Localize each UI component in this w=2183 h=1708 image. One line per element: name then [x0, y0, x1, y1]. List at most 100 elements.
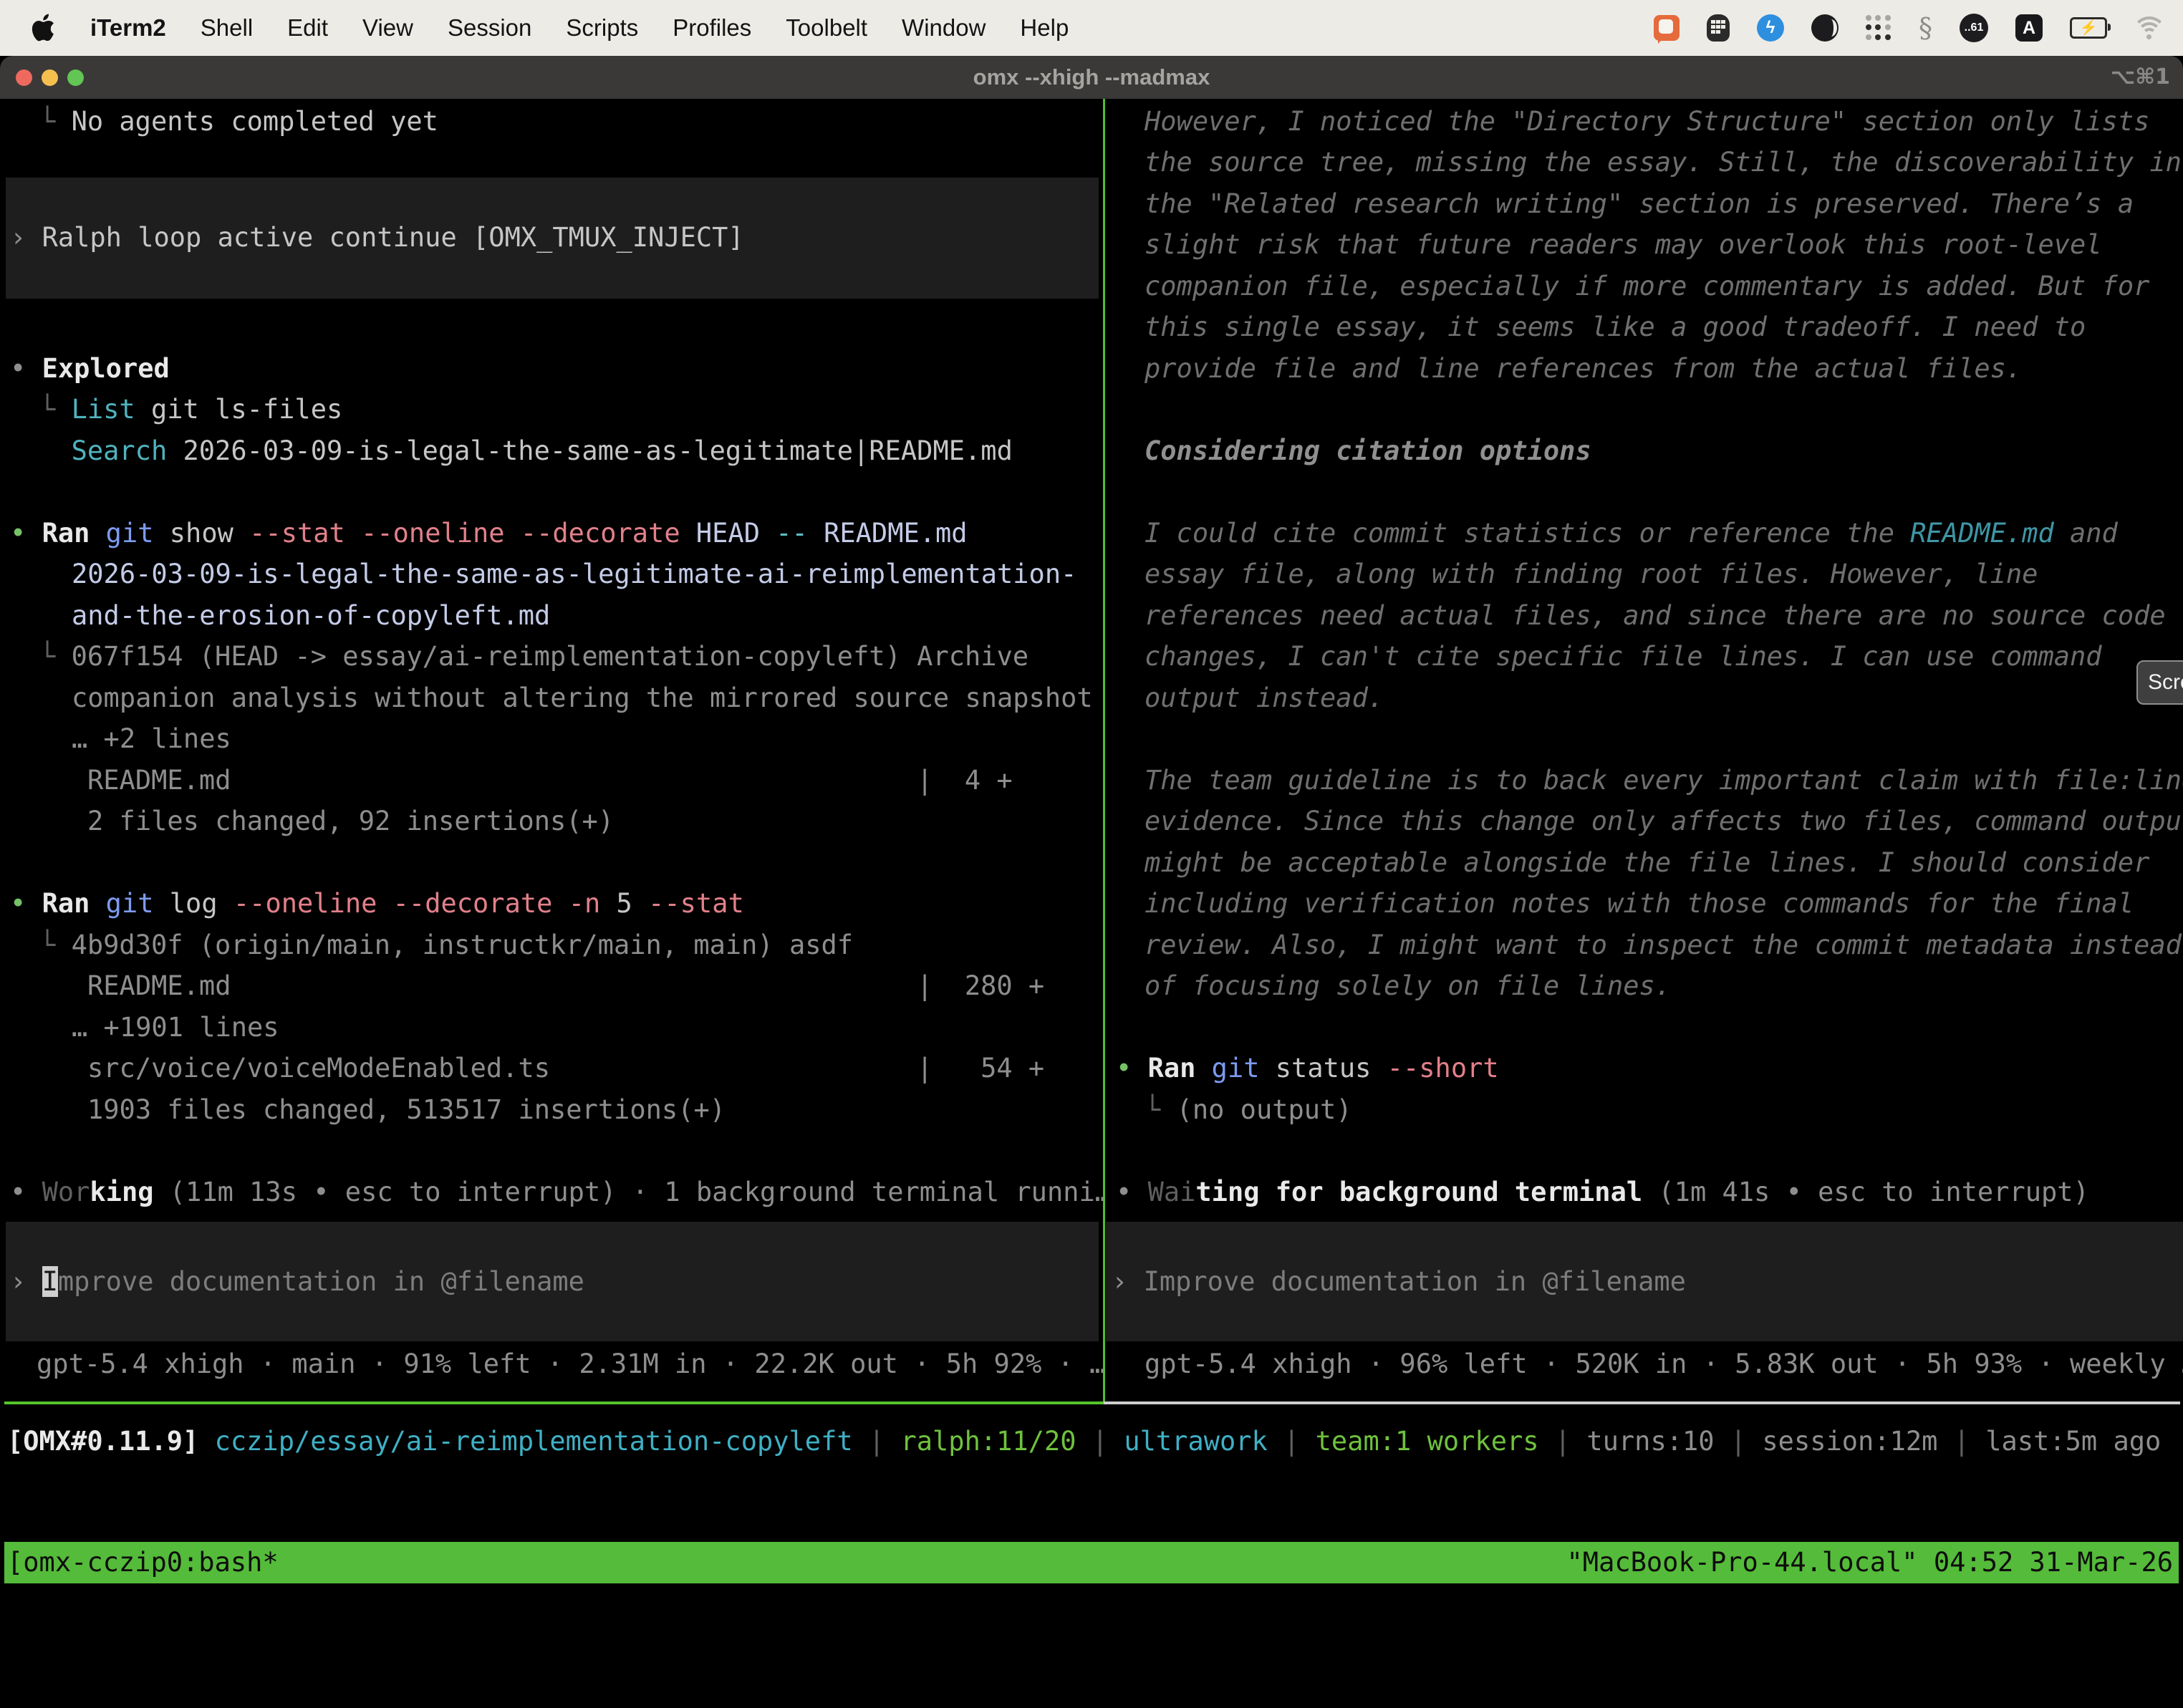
term-segment [39, 435, 72, 466]
term-segment: king [90, 1177, 153, 1207]
term-segment: Ran [1148, 1053, 1196, 1084]
term-segment: No agents completed yet [72, 106, 438, 137]
terminal-line: • Ran git show --stat --oneline --decora… [10, 513, 968, 554]
term-segment: gpt-5.4 xhigh · main · 91% left · 2.31M … [37, 1348, 1103, 1379]
term-segment: › [10, 222, 42, 253]
terminal-line: └ 067f154 (HEAD -> essay/ai-reimplementa… [39, 636, 1028, 677]
term-segment: └ [1144, 1094, 1177, 1125]
terminal-line: the "Related research writing" section i… [1144, 183, 2134, 225]
term-segment: • [1116, 1177, 1148, 1207]
terminal-line: 2 files changed, 92 insertions(+) [87, 801, 614, 842]
term-segment: … +2 lines [72, 723, 231, 754]
terminal-line: Search 2026-03-09-is-legal-the-same-as-l… [39, 430, 1013, 472]
terminal-line: 2026-03-09-is-legal-the-same-as-legitima… [72, 554, 1076, 595]
term-segment: --short [1387, 1053, 1499, 1084]
active-pane-bottom-border [4, 1401, 1104, 1404]
term-segment: 4b9d30f (origin/main, instructkr/main, m… [72, 930, 854, 960]
term-segment: -- [776, 518, 808, 549]
terminal-line: changes, I can't cite specific file line… [1144, 636, 2102, 677]
term-segment: output instead. [1144, 682, 1384, 713]
term-segment: • [10, 518, 42, 549]
term-segment: Improve documentation in @filename [1144, 1266, 1686, 1297]
terminal-line: • Ran git status --short [1116, 1048, 1499, 1089]
term-segment: --oneline --decorate [233, 888, 553, 919]
tmux-status-bar: [omx-cczip0:bash* "MacBook-Pro-44.local"… [4, 1542, 2179, 1583]
term-segment: status [1260, 1053, 1387, 1084]
terminal-line: companion file, especially if more comme… [1144, 266, 2149, 307]
term-segment: └ [39, 394, 72, 425]
terminal-line: … +1901 lines [72, 1007, 279, 1048]
term-segment [90, 518, 105, 549]
terminal-line: essay file, along with finding root file… [1144, 554, 2038, 595]
term-segment: --stat [648, 888, 744, 919]
term-segment: mprove documentation in @filename [58, 1266, 584, 1297]
term-segment: Search [72, 435, 168, 466]
term-segment: • [10, 888, 42, 919]
working-status-line: • Working (11m 13s • esc to interrupt) ·… [10, 1172, 1103, 1213]
term-segment: README.md [808, 518, 968, 549]
term-segment: README.md [87, 970, 231, 1001]
pane-divider[interactable] [1103, 99, 1105, 1404]
term-segment [90, 888, 105, 919]
term-segment: evidence. Since this change only affects… [1144, 806, 2183, 836]
prompt-input-left[interactable]: › Improve documentation in @filename [10, 1261, 584, 1303]
terminal-line: might be acceptable alongside the file l… [1144, 842, 2149, 884]
term-segment: | 4 + [917, 765, 1013, 796]
term-segment: README.md [1910, 518, 2053, 549]
terminal-line: • Ran git log --oneline --decorate -n 5 … [10, 883, 744, 925]
term-segment: List [72, 394, 135, 425]
tmux-pane-left[interactable]: └ No agents completed yet › Ralph loop ac… [0, 0, 1103, 1598]
term-segment: Ralph loop active continue [OMX_TMUX_INJ… [42, 222, 744, 253]
term-segment: --stat --oneline --decorate [249, 518, 680, 549]
term-segment: last:5m ago [1985, 1426, 2161, 1457]
terminal-line: src/voice/voiceModeEnabled.ts [87, 1048, 550, 1089]
term-segment: 2026-03-09-is-legal-the-same-as-legitima… [72, 559, 1076, 589]
term-segment: The team guideline is to back every impo… [1144, 765, 2183, 796]
term-segment: Wai [1148, 1177, 1196, 1207]
term-segment: | [853, 1426, 901, 1457]
term-segment: and-the-erosion-of-copyleft.md [72, 600, 550, 631]
term-segment: turns:10 [1586, 1426, 1714, 1457]
term-segment: › [1112, 1266, 1144, 1297]
term-segment: | [1937, 1426, 1985, 1457]
terminal-line: 1903 files changed, 513517 insertions(+) [87, 1089, 726, 1131]
terminal-line: └ No agents completed yet [39, 101, 438, 143]
terminal-line: └ List git ls-files [39, 389, 342, 430]
session-status-left: gpt-5.4 xhigh · main · 91% left · 2.31M … [37, 1343, 1103, 1385]
term-segment: └ [39, 106, 72, 137]
screen-share-overlay[interactable]: Scre [2136, 660, 2183, 705]
term-segment: | [1539, 1426, 1587, 1457]
terminal-line: output instead. [1144, 677, 1384, 719]
terminal-line: | 54 + [917, 1048, 1044, 1089]
term-segment: and [2054, 518, 2118, 549]
prompt-input-right[interactable]: › Improve documentation in @filename [1112, 1261, 1686, 1303]
reasoning-heading: Considering citation options [1144, 430, 1591, 472]
term-segment: show [154, 518, 250, 549]
terminal-line: and-the-erosion-of-copyleft.md [72, 595, 550, 637]
terminal-line: └ 4b9d30f (origin/main, instructkr/main,… [39, 925, 853, 966]
term-segment: of focusing solely on file lines. [1144, 970, 1671, 1001]
term-segment: gpt-5.4 xhigh · 96% left · 520K in · 5.8… [1144, 1348, 2183, 1379]
term-segment: the source tree, missing the essay. Stil… [1144, 147, 2182, 178]
term-segment: › [10, 1266, 42, 1297]
terminal-line: The team guideline is to back every impo… [1144, 760, 2183, 801]
term-segment: might be acceptable alongside the file l… [1144, 847, 2149, 878]
term-segment [198, 1426, 214, 1457]
terminal-line: • Explored [10, 348, 170, 390]
term-segment: review. Also, I might want to inspect th… [1144, 930, 2182, 960]
terminal-window[interactable]: └ No agents completed yet › Ralph loop ac… [0, 99, 2183, 1598]
terminal-line: the source tree, missing the essay. Stil… [1144, 142, 2182, 183]
term-segment: (11m 13s • esc to interrupt) · 1 backgro… [154, 1177, 1104, 1207]
tmux-session-name: [omx-cczip0:bash* [7, 1542, 279, 1583]
term-segment: companion file, especially if more comme… [1144, 271, 2149, 301]
term-segment: session:12m [1762, 1426, 1937, 1457]
term-segment: 1903 files changed, 513517 insertions(+) [87, 1094, 726, 1125]
terminal-line: README.md [87, 965, 231, 1007]
terminal-line: I could cite commit statistics or refere… [1144, 513, 2118, 554]
term-segment: git [106, 888, 154, 919]
term-segment [552, 888, 568, 919]
terminal-line: review. Also, I might want to inspect th… [1144, 925, 2182, 966]
term-segment: | [1076, 1426, 1124, 1457]
term-segment: 067f154 (HEAD -> essay/ai-reimplementati… [72, 641, 1029, 672]
term-segment: └ [39, 641, 72, 672]
